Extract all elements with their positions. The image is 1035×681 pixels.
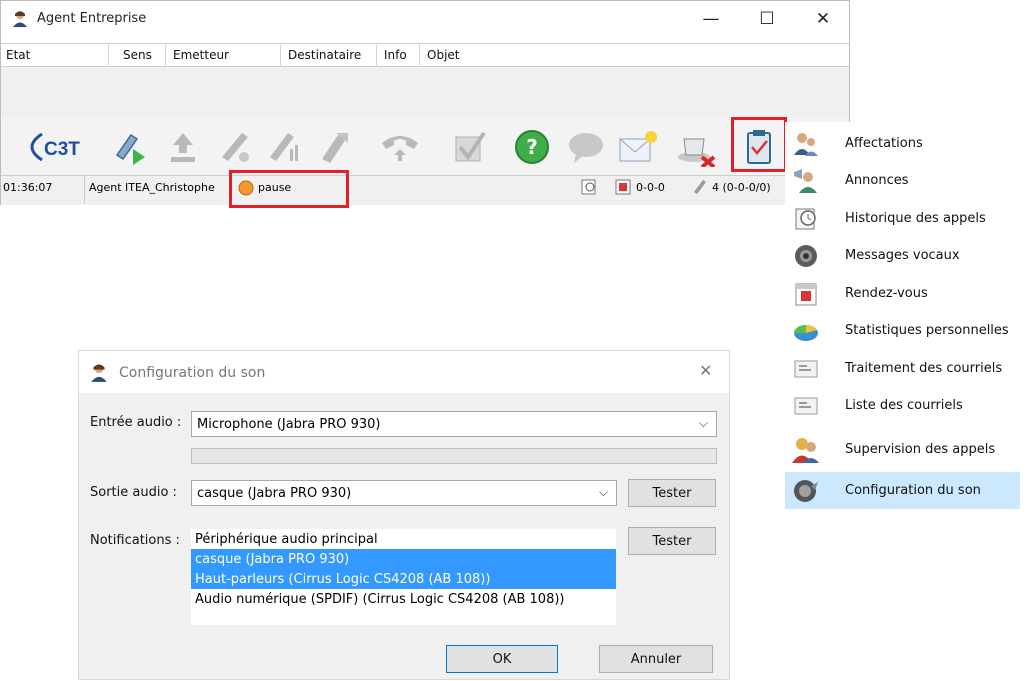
col-separator — [108, 44, 109, 66]
menu-item-label: Statistiques personnelles — [845, 323, 1009, 338]
col-destinataire[interactable]: Destinataire — [288, 48, 361, 62]
list-item-selected[interactable]: Haut-parleurs (Cirrus Logic CS4208 (AB 1… — [191, 569, 616, 589]
status-state[interactable]: pause — [258, 181, 291, 194]
history-icon — [791, 204, 821, 234]
status-counter: 0-0-0 — [636, 181, 665, 194]
dialog-close-button[interactable]: ✕ — [699, 361, 712, 380]
conference-icon[interactable] — [262, 125, 306, 169]
input-select[interactable]: Microphone (Jabra PRO 930) ⌵ — [191, 411, 717, 437]
col-separator — [280, 44, 281, 66]
svg-text:?: ? — [526, 135, 538, 159]
menu-item-liste-courriels[interactable]: Liste des courriels — [785, 387, 1020, 424]
agent-icon — [11, 10, 29, 31]
call-list[interactable] — [1, 67, 849, 117]
dialog-body: Entrée audio : Microphone (Jabra PRO 930… — [79, 393, 729, 679]
close-button[interactable]: ✕ — [801, 5, 845, 33]
col-info[interactable]: Info — [384, 48, 407, 62]
menu-item-messages[interactable]: Messages vocaux — [785, 237, 1020, 274]
pause-indicator-icon — [238, 180, 254, 199]
phone-status-icon — [691, 177, 709, 198]
clipboard-icon[interactable] — [737, 125, 781, 169]
forward-icon[interactable] — [312, 125, 356, 169]
agent-window: Agent Entreprise — ☐ ✕ Etat Sens Emetteu… — [0, 0, 850, 205]
help-icon[interactable]: ? — [510, 125, 554, 169]
input-label: Entrée audio : — [90, 415, 182, 430]
menu-item-label: Rendez-vous — [845, 286, 928, 301]
calendar-icon — [791, 279, 821, 309]
list-item-selected[interactable]: casque (Jabra PRO 930) — [191, 549, 616, 569]
menu-item-label: Messages vocaux — [845, 248, 960, 263]
announce-icon — [791, 166, 821, 196]
status-time: 01:36:07 — [3, 181, 53, 194]
menu-item-label: Liste des courriels — [845, 398, 963, 413]
notifications-label: Notifications : — [90, 533, 180, 548]
title-bar[interactable]: Agent Entreprise — ☐ ✕ — [1, 1, 849, 37]
menu-item-label: Annonces — [845, 173, 909, 188]
output-select[interactable]: casque (Jabra PRO 930) ⌵ — [191, 480, 617, 506]
menu-item-affectations[interactable]: Affectations — [785, 125, 1020, 162]
calendar-status-icon[interactable] — [614, 178, 632, 199]
supervision-icon — [791, 435, 821, 465]
test-notifications-button[interactable]: Tester — [628, 527, 716, 555]
notifications-list[interactable]: Périphérique audio principal casque (Jab… — [191, 529, 616, 625]
cancel-button[interactable]: Annuler — [599, 645, 713, 673]
minimize-button[interactable]: — — [689, 5, 733, 33]
status-agent: Agent ITEA_Christophe — [89, 181, 215, 194]
transfer-call-icon[interactable] — [107, 125, 151, 169]
maximize-button[interactable]: ☐ — [745, 5, 789, 33]
status-calls: 4 (0-0-0/0) — [712, 181, 771, 194]
history-status-icon[interactable] — [580, 178, 598, 199]
chevron-down-icon: ⌵ — [598, 485, 608, 499]
menu-item-label: Historique des appels — [845, 211, 986, 226]
email-icon[interactable] — [616, 125, 660, 169]
menu-item-annonces[interactable]: Annonces — [785, 162, 1020, 199]
list-item[interactable]: Périphérique audio principal — [191, 529, 616, 549]
sound-config-dialog: Configuration du son ✕ Entrée audio : Mi… — [78, 350, 730, 680]
hangup-icon[interactable] — [212, 125, 256, 169]
menu-item-historique[interactable]: Historique des appels — [785, 200, 1020, 237]
input-select-value: Microphone (Jabra PRO 930) — [197, 416, 381, 432]
menu-item-label: Traitement des courriels — [845, 361, 1003, 376]
logo-text: C3T — [44, 139, 80, 160]
test-output-button[interactable]: Tester — [628, 479, 716, 507]
menu-item-supervision[interactable]: Supervision des appels — [785, 431, 1020, 468]
dialog-agent-icon — [89, 363, 109, 386]
mail-process-icon — [791, 354, 821, 384]
chat-icon[interactable] — [564, 125, 608, 169]
agents-icon — [791, 129, 821, 159]
ok-button[interactable]: OK — [446, 645, 558, 673]
window-title: Agent Entreprise — [37, 11, 147, 26]
status-separator — [84, 175, 85, 203]
chevron-down-icon: ⌵ — [698, 416, 708, 430]
menu-item-statistiques[interactable]: Statistiques personnelles — [785, 312, 1020, 349]
dialog-title: Configuration du son — [119, 365, 266, 381]
stats-icon — [791, 316, 821, 346]
hold-icon[interactable] — [378, 125, 422, 169]
output-label: Sortie audio : — [90, 485, 177, 500]
menu-item-rendez-vous[interactable]: Rendez-vous — [785, 275, 1020, 312]
menu-item-traitement-courriels[interactable]: Traitement des courriels — [785, 350, 1020, 387]
input-level-meter — [191, 448, 717, 464]
mail-list-icon — [791, 391, 821, 421]
output-select-value: casque (Jabra PRO 930) — [197, 485, 352, 501]
col-separator — [165, 44, 166, 66]
speaker-icon — [791, 241, 821, 271]
menu-item-label: Supervision des appels — [845, 442, 996, 457]
col-separator — [376, 44, 377, 66]
menu-item-label: Configuration du son — [845, 483, 981, 498]
pickup-icon[interactable] — [161, 125, 205, 169]
col-etat[interactable]: Etat — [6, 48, 30, 62]
sound-config-icon — [791, 476, 821, 506]
col-objet[interactable]: Objet — [427, 48, 459, 62]
list-item[interactable]: Audio numérique (SPDIF) (Cirrus Logic CS… — [191, 589, 616, 609]
col-emetteur[interactable]: Emetteur — [173, 48, 229, 62]
col-sens[interactable]: Sens — [123, 48, 152, 62]
call-list-header: Etat Sens Emetteur Destinataire Info Obj… — [1, 43, 849, 67]
menu-item-label: Affectations — [845, 136, 923, 151]
coffee-pause-icon[interactable] — [676, 125, 720, 169]
menu-item-configuration-son[interactable]: Configuration du son — [785, 472, 1020, 509]
validate-icon[interactable] — [448, 125, 492, 169]
c3t-logo: C3T — [20, 130, 90, 164]
col-separator — [419, 44, 420, 66]
